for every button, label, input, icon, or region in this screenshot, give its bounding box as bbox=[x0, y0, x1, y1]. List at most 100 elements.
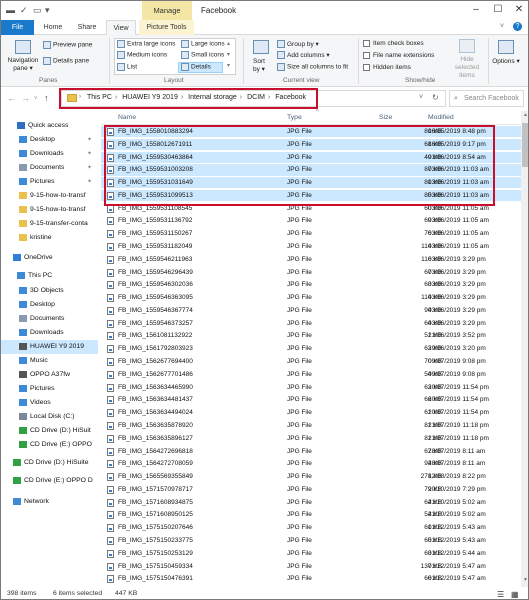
extra-large-icons-option[interactable]: Extra large icons bbox=[117, 40, 175, 48]
size-all-columns-button[interactable]: Size all columns to fit bbox=[277, 63, 348, 71]
file-row[interactable]: FB_IMG_1571570978717 JPG File 79 KB 20/10/2… bbox=[101, 484, 521, 495]
group-by-button[interactable]: Group by ▾ bbox=[277, 40, 319, 49]
minimize-icon[interactable]: – bbox=[466, 1, 486, 19]
manage-context-tab[interactable]: Manage bbox=[142, 1, 192, 20]
details-pane-button[interactable]: Details pane bbox=[43, 57, 89, 65]
file-row[interactable]: FB_IMG_1575150207646 JPG File 61 KB 01/12/2… bbox=[101, 522, 521, 533]
nav-item[interactable]: Downloads ✦ bbox=[1, 147, 98, 161]
nav-item[interactable]: Network bbox=[1, 495, 98, 509]
file-row[interactable]: FB_IMG_1559546211963 JPG File 116 KB 03/06/… bbox=[101, 254, 521, 265]
file-row[interactable]: FB_IMG_1559531182049 JPG File 114 KB 03/06/… bbox=[101, 241, 521, 252]
file-row[interactable]: FB_IMG_1563635878920 JPG File 81 KB 21/07/2… bbox=[101, 420, 521, 431]
file-row[interactable]: FB_IMG_1559546373257 JPG File 64 KB 03/06/2… bbox=[101, 318, 521, 329]
file-row[interactable]: FB_IMG_1562677701486 JPG File 54 KB 09/07/2… bbox=[101, 369, 521, 380]
help-icon[interactable]: ? bbox=[513, 22, 522, 31]
recent-locations-icon[interactable]: ˅ bbox=[34, 96, 38, 102]
small-icons-option[interactable]: Small icons bbox=[181, 51, 224, 59]
layout-scroll-arrows[interactable]: ▴ ▾ ▾ bbox=[227, 39, 230, 72]
medium-icons-option[interactable]: Medium icons bbox=[117, 51, 167, 59]
scroll-down-icon[interactable]: ▼ bbox=[523, 577, 528, 583]
tab-file[interactable]: File bbox=[1, 20, 34, 35]
column-size-header[interactable]: Size bbox=[379, 114, 392, 121]
details-view-icon[interactable]: ☰ bbox=[497, 590, 504, 599]
nav-item[interactable]: CD Drive (D:) HiSuite bbox=[1, 456, 98, 470]
back-arrow-icon[interactable]: ← bbox=[7, 93, 16, 103]
column-name-header[interactable]: Name bbox=[118, 114, 136, 121]
nav-item[interactable]: 9-15-how-to-transf bbox=[1, 189, 98, 203]
properties-icon[interactable]: ✓ bbox=[20, 5, 28, 16]
nav-item[interactable]: CD Drive (E:) OPPO bbox=[1, 438, 98, 452]
nav-item[interactable]: kristine bbox=[1, 231, 98, 245]
nav-item[interactable]: Pictures ✦ bbox=[1, 175, 98, 189]
file-row[interactable]: FB_IMG_1559546296439 JPG File 67 KB 03/06/2… bbox=[101, 267, 521, 278]
customize-qa-icon[interactable]: ▾ bbox=[45, 5, 50, 16]
file-row[interactable]: FB_IMG_1564272708059 JPG File 94 KB 28/07/2… bbox=[101, 458, 521, 469]
file-row[interactable]: FB_IMG_1559531136792 JPG File 69 KB 03/06/2… bbox=[101, 215, 521, 226]
nav-item[interactable]: Quick access bbox=[1, 119, 98, 133]
file-row[interactable]: FB_IMG_1563635896127 JPG File 81 KB 21/07/2… bbox=[101, 433, 521, 444]
maximize-icon[interactable]: ☐ bbox=[488, 1, 508, 19]
large-icons-option[interactable]: Large icons bbox=[181, 40, 225, 48]
file-row[interactable]: FB_IMG_1562677694400 JPG File 70 KB 09/07/2… bbox=[101, 356, 521, 367]
file-row[interactable]: FB_IMG_1571608950125 JPG File 54 KB 21/10/2… bbox=[101, 509, 521, 520]
sort-by-button[interactable]: Sort by ▾ bbox=[253, 58, 273, 74]
file-row[interactable]: FB_IMG_1575150233775 JPG File 65 KB 01/12/2… bbox=[101, 535, 521, 546]
nav-item[interactable]: CD Drive (D:) HiSuit bbox=[1, 424, 98, 438]
item-check-boxes-toggle[interactable]: Item check boxes bbox=[363, 40, 424, 47]
file-row[interactable]: FB_IMG_1565569355849 JPG File 278 KB 12/08/… bbox=[101, 471, 521, 482]
nav-item[interactable]: Local Disk (C:) bbox=[1, 410, 98, 424]
tab-view[interactable]: View bbox=[106, 20, 136, 36]
file-row[interactable]: FB_IMG_1559546363095 JPG File 114 KB 03/06/… bbox=[101, 292, 521, 303]
nav-item[interactable]: Desktop bbox=[1, 298, 98, 312]
file-row[interactable]: FB_IMG_1559546302036 JPG File 63 KB 03/06/2… bbox=[101, 279, 521, 290]
preview-pane-button[interactable]: Preview pane bbox=[43, 41, 92, 49]
details-option[interactable]: Details bbox=[181, 63, 211, 71]
nav-item[interactable]: HUAWEI Y9 2019 bbox=[1, 340, 98, 354]
file-row[interactable]: FB_IMG_1563634465990 JPG File 63 KB 20/07/2… bbox=[101, 382, 521, 393]
nav-item[interactable]: Documents ✦ bbox=[1, 161, 98, 175]
address-dropdown-icon[interactable]: ˅ bbox=[419, 94, 423, 101]
file-row[interactable]: FB_IMG_1571608934875 JPG File 64 KB 21/10/2… bbox=[101, 497, 521, 508]
tab-picture-tools[interactable]: Picture Tools bbox=[139, 20, 194, 35]
file-row[interactable]: FB_IMG_1559546367774 JPG File 94 KB 03/06/2… bbox=[101, 305, 521, 316]
add-columns-button[interactable]: Add columns ▾ bbox=[277, 51, 330, 60]
scrollbar-thumb[interactable] bbox=[522, 123, 528, 167]
column-type-header[interactable]: Type bbox=[287, 114, 302, 121]
options-button[interactable]: Options ▾ bbox=[491, 58, 521, 66]
nav-item[interactable]: Pictures bbox=[1, 382, 98, 396]
file-row[interactable]: FB_IMG_1575150253129 JPG File 63 KB 01/12/2… bbox=[101, 548, 521, 559]
nav-item[interactable]: OPPO A37fw bbox=[1, 368, 98, 382]
vertical-scrollbar[interactable]: ▲ ▼ bbox=[521, 111, 528, 587]
list-option[interactable]: List bbox=[117, 63, 137, 71]
collapse-ribbon-icon[interactable]: ˅ bbox=[500, 23, 504, 30]
file-row[interactable]: FB_IMG_1561081132922 JPG File 51 KB 21/06/2… bbox=[101, 330, 521, 341]
tab-home[interactable]: Home bbox=[39, 20, 67, 35]
search-box[interactable]: ⌕ Search Facebook bbox=[449, 90, 524, 107]
file-name-extensions-toggle[interactable]: File name extensions bbox=[363, 52, 434, 59]
large-icons-view-icon[interactable]: ▦ bbox=[511, 590, 519, 599]
nav-item[interactable]: 9-15-how-to-transf bbox=[1, 203, 98, 217]
nav-item[interactable]: Desktop ✦ bbox=[1, 133, 98, 147]
nav-item[interactable]: OneDrive bbox=[1, 251, 98, 265]
hidden-items-toggle[interactable]: Hidden items bbox=[363, 64, 411, 71]
file-row[interactable]: FB_IMG_1561792803923 JPG File 63 KB 29/06/2… bbox=[101, 343, 521, 354]
hide-selected-items-button[interactable]: Hide selected items bbox=[449, 56, 485, 80]
item-check-boxes-checkbox[interactable] bbox=[363, 40, 370, 47]
nav-item[interactable]: This PC bbox=[1, 269, 98, 283]
nav-item[interactable]: 3D Objects bbox=[1, 284, 98, 298]
tab-share[interactable]: Share bbox=[73, 20, 101, 35]
file-row[interactable]: FB_IMG_1575150476391 JPG File 66 KB 01/12/2… bbox=[101, 573, 521, 584]
nav-item[interactable]: Videos bbox=[1, 396, 98, 410]
new-folder-icon[interactable]: ▭ bbox=[33, 5, 42, 16]
file-name-extensions-checkbox[interactable] bbox=[363, 52, 370, 59]
column-modified-header[interactable]: Modified bbox=[428, 114, 454, 121]
nav-item[interactable]: Music bbox=[1, 354, 98, 368]
nav-item[interactable]: CD Drive (E:) OPPO D bbox=[1, 474, 98, 488]
file-row[interactable]: FB_IMG_1563634481437 JPG File 66 KB 20/07/2… bbox=[101, 394, 521, 405]
close-icon[interactable]: ✕ bbox=[509, 1, 528, 19]
refresh-icon[interactable]: ↻ bbox=[432, 93, 439, 102]
file-row[interactable]: FB_IMG_1563634494024 JPG File 61 KB 20/07/2… bbox=[101, 407, 521, 418]
hidden-items-checkbox[interactable] bbox=[363, 64, 370, 71]
navigation-pane-button[interactable]: Navigation pane ▾ bbox=[5, 57, 41, 73]
file-row[interactable]: FB_IMG_1559531150267 JPG File 76 KB 03/06/2… bbox=[101, 228, 521, 239]
